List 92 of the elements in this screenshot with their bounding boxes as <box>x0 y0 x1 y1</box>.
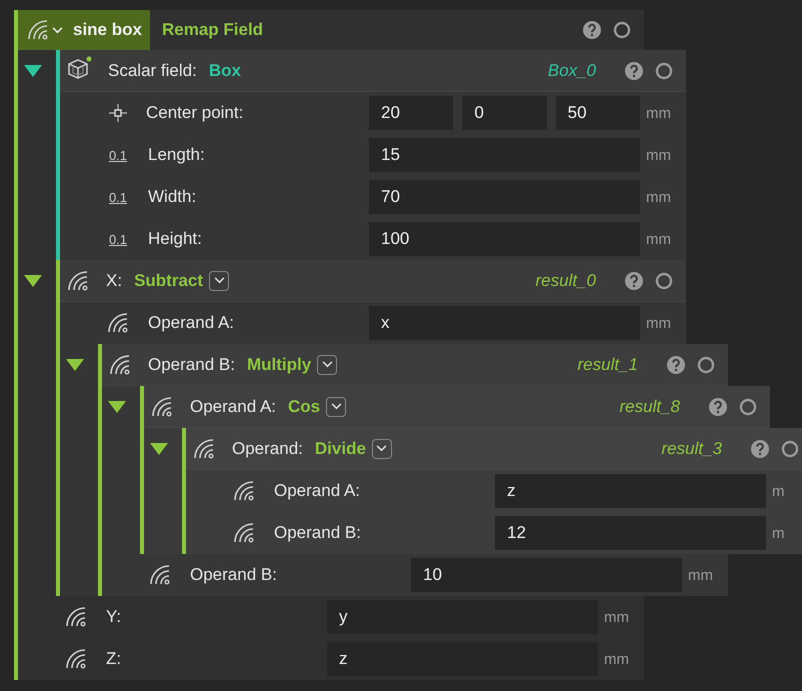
cube-icon <box>66 56 92 82</box>
output-name: Box_0 <box>548 60 596 80</box>
circle-icon[interactable] <box>696 354 716 374</box>
input-field[interactable]: 70 <box>369 180 640 214</box>
type-dropdown[interactable] <box>317 354 338 374</box>
circle-icon[interactable] <box>654 60 674 80</box>
circle-icon[interactable] <box>654 270 674 290</box>
input-field[interactable]: z <box>327 642 598 676</box>
collapse-toggle[interactable] <box>23 274 43 288</box>
node-type: Subtract <box>134 270 204 290</box>
field-label: Length: <box>148 145 205 165</box>
collapse-toggle[interactable] <box>65 358 85 372</box>
collapse-toggle[interactable] <box>107 400 127 414</box>
unit-label: mm <box>687 566 714 584</box>
node-title-tab[interactable]: sine box <box>18 10 150 50</box>
unit-label: mm <box>645 314 672 332</box>
output-name: result_3 <box>662 438 722 458</box>
node-label: Operand B: <box>148 354 235 374</box>
field-label: Center point: <box>146 103 244 123</box>
field-label: Y: <box>106 607 122 627</box>
input-field[interactable]: y <box>327 600 598 634</box>
type-dropdown[interactable] <box>372 438 392 458</box>
unit-label: mm <box>603 608 630 626</box>
field-label: Operand A: <box>274 481 360 501</box>
unit-label: m <box>771 524 786 542</box>
number-format-label: 0.1 <box>108 148 128 162</box>
input-field[interactable]: 0 <box>462 96 547 130</box>
node-name: sine box <box>73 20 142 40</box>
number-format-label: 0.1 <box>108 232 128 246</box>
help-icon[interactable] <box>582 20 602 40</box>
output-name: result_8 <box>620 396 680 416</box>
circle-icon[interactable] <box>738 396 758 416</box>
unit-label: mm <box>645 230 672 248</box>
wave-icon <box>66 268 90 292</box>
type-dropdown[interactable] <box>326 396 346 416</box>
node-type: Cos <box>288 396 320 416</box>
help-icon[interactable] <box>624 270 644 290</box>
wave-icon <box>148 563 172 587</box>
output-name: result_1 <box>578 354 638 374</box>
field-label: Operand B: <box>274 523 361 543</box>
wave-icon <box>64 647 88 671</box>
input-field[interactable]: 100 <box>369 222 640 256</box>
node-type: Divide <box>314 438 366 458</box>
input-field[interactable]: 10 <box>411 558 682 592</box>
chevron-down-icon <box>330 403 342 410</box>
type-dropdown[interactable] <box>209 270 230 290</box>
help-icon[interactable] <box>666 354 686 374</box>
node-label: X: <box>106 270 122 290</box>
number-format-label: 0.1 <box>108 190 128 204</box>
unit-label: mm <box>645 104 672 122</box>
wave-icon <box>192 436 216 460</box>
input-field[interactable]: 12 <box>495 516 766 550</box>
field-label: Operand A: <box>148 313 234 333</box>
wave-icon <box>26 18 50 42</box>
chevron-down-icon <box>52 26 63 34</box>
wave-icon <box>232 521 256 545</box>
chevron-down-icon <box>376 445 388 452</box>
help-icon[interactable] <box>750 438 770 458</box>
node-type: Remap Field <box>162 20 264 40</box>
output-name: result_0 <box>536 270 596 290</box>
chevron-down-icon <box>322 361 333 368</box>
circle-icon[interactable] <box>780 438 800 458</box>
field-label: Height: <box>148 229 202 249</box>
unit-label: mm <box>645 146 672 164</box>
node-type: Box <box>208 60 241 80</box>
unit-label: mm <box>603 650 630 668</box>
help-icon[interactable] <box>624 60 644 80</box>
input-field[interactable]: x <box>369 306 640 340</box>
input-field[interactable]: 50 <box>556 96 640 130</box>
field-label: Z: <box>106 649 122 669</box>
node-label: Scalar field: <box>108 60 197 80</box>
unit-label: m <box>771 482 786 500</box>
field-label: Width: <box>148 187 196 207</box>
wave-icon <box>108 352 132 376</box>
wave-icon <box>150 394 174 418</box>
wave-icon <box>232 479 256 503</box>
help-icon[interactable] <box>708 396 728 416</box>
wave-icon <box>64 605 88 629</box>
field-label: Operand B: <box>190 565 277 585</box>
collapse-toggle[interactable] <box>149 442 169 456</box>
circle-icon[interactable] <box>612 20 632 40</box>
wave-icon <box>106 311 130 335</box>
input-field[interactable]: 20 <box>369 96 454 130</box>
crosshair-icon <box>108 103 128 123</box>
chevron-down-icon <box>214 277 225 284</box>
node-label: Operand A: <box>190 396 276 416</box>
collapse-toggle[interactable] <box>23 64 43 78</box>
node-type: Multiply <box>246 354 312 374</box>
input-field[interactable]: z <box>495 474 766 508</box>
node-label: Operand: <box>232 438 303 458</box>
unit-label: mm <box>645 188 672 206</box>
input-field[interactable]: 15 <box>369 138 640 172</box>
